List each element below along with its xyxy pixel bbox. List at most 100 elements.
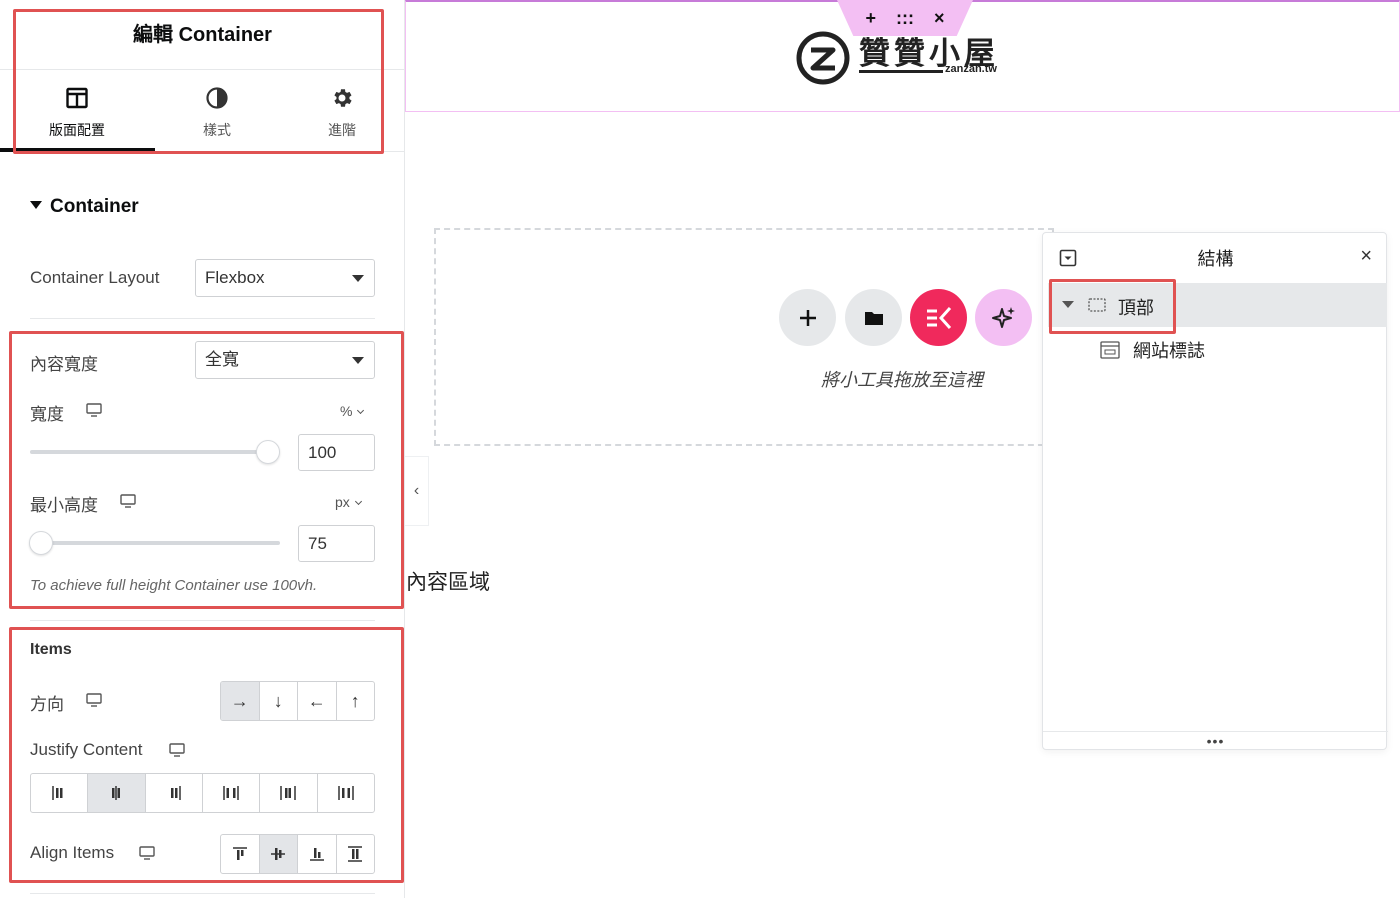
ai-assistant-button[interactable] (975, 289, 1032, 346)
items-heading: Items (30, 641, 72, 658)
justify-content-label: Justify Content (30, 740, 143, 759)
active-tab-indicator (0, 148, 155, 152)
width-unit: % (340, 403, 353, 419)
width-slider-track[interactable] (30, 450, 280, 454)
add-container-button[interactable]: + (865, 8, 876, 29)
direction-column-button[interactable]: ↓ (260, 682, 298, 720)
site-logo[interactable]: 贊贊小屋 zanzan.tw (795, 28, 1010, 86)
direction-column-reverse-button[interactable]: ↑ (337, 682, 375, 720)
tab-style[interactable]: 樣式 (162, 70, 272, 152)
collapse-panel-button[interactable]: ‹ (405, 456, 429, 526)
divider (30, 620, 375, 621)
justify-space-around-button[interactable] (260, 774, 318, 812)
justify-end-button[interactable] (146, 774, 203, 812)
container-layout-select[interactable]: Flexbox (195, 259, 375, 297)
justify-start-button[interactable] (31, 774, 89, 812)
logo-underline (859, 70, 943, 73)
tab-advanced[interactable]: 進階 (287, 70, 397, 152)
layout-icon (66, 87, 88, 109)
site-logo-widget-icon (1100, 341, 1120, 359)
direction-row-button[interactable]: → (221, 682, 260, 720)
logo-domain-text: zanzan.tw (945, 63, 997, 75)
more-options-icon[interactable]: ••• (1043, 733, 1388, 749)
tree-item-header[interactable]: 頂部 (1048, 283, 1387, 327)
width-slider-handle[interactable] (256, 440, 280, 464)
add-element-button[interactable] (779, 289, 836, 346)
justify-content-button-group (30, 773, 375, 813)
align-start-button[interactable] (221, 835, 260, 873)
align-end-button[interactable] (298, 835, 337, 873)
folder-icon (864, 311, 883, 325)
min-height-label: 最小高度 (30, 496, 98, 515)
align-items-button-group (220, 834, 375, 874)
min-height-slider-track[interactable] (30, 541, 280, 545)
content-width-value: 全寬 (205, 350, 239, 369)
justify-space-between-button[interactable] (203, 774, 261, 812)
justify-space-around-icon (280, 786, 297, 800)
sparkle-icon (991, 306, 1015, 328)
width-unit-select[interactable]: % (340, 403, 365, 419)
structure-panel: 結構 × 頂部 網站標誌 ••• (1042, 232, 1388, 750)
panel-tabs: 版面配置 樣式 進階 (0, 70, 404, 152)
min-height-input[interactable]: 75 (298, 525, 375, 562)
width-label: 寬度 (30, 405, 64, 424)
justify-center-icon (112, 786, 121, 800)
tab-layout-label: 版面配置 (49, 122, 105, 138)
dropdown-arrow-icon (352, 275, 364, 282)
tab-layout[interactable]: 版面配置 (22, 70, 132, 152)
min-height-unit: px (335, 494, 350, 510)
chevron-down-icon (354, 497, 362, 506)
caret-down-icon[interactable] (1062, 301, 1074, 308)
direction-label: 方向 (30, 695, 64, 714)
align-center-button[interactable] (259, 835, 298, 873)
tree-item-label: 網站標誌 (1133, 341, 1205, 361)
drop-zone-hint: 將小工具拖放至這裡 (821, 370, 983, 390)
container-layout-label: Container Layout (30, 268, 160, 287)
direction-row-reverse-button[interactable]: ← (298, 682, 337, 720)
desktop-icon[interactable] (120, 493, 136, 509)
close-structure-button[interactable]: × (1360, 245, 1372, 268)
desktop-icon[interactable] (169, 742, 185, 758)
justify-end-icon (170, 786, 181, 800)
align-end-icon (309, 848, 324, 861)
elementor-kit-icon (926, 306, 951, 329)
justify-center-button[interactable] (88, 774, 146, 812)
align-stretch-icon (348, 846, 363, 862)
content-width-label: 內容寬度 (30, 355, 98, 374)
drop-zone[interactable] (434, 228, 1054, 446)
gear-icon (334, 89, 352, 107)
delete-container-button[interactable]: × (934, 8, 945, 29)
divider (1043, 731, 1388, 732)
container-layout-value: Flexbox (205, 268, 265, 287)
panel-title: 編輯 Container (0, 0, 404, 70)
drag-handle-icon[interactable]: ::: (896, 8, 914, 29)
align-start-icon (232, 847, 247, 860)
content-width-select[interactable]: 全寬 (195, 341, 375, 379)
tab-advanced-label: 進階 (328, 122, 356, 138)
min-height-slider-handle[interactable] (29, 531, 53, 555)
content-area-text: 內容區域 (406, 571, 490, 594)
section-toggle-container[interactable]: Container (30, 196, 139, 218)
logo-mark-icon (796, 31, 850, 85)
elementor-kit-button[interactable] (910, 289, 967, 346)
justify-start-icon (52, 786, 63, 800)
align-items-label: Align Items (30, 843, 115, 862)
tree-item-label: 頂部 (1118, 298, 1154, 318)
desktop-icon[interactable] (86, 692, 102, 708)
align-stretch-button[interactable] (337, 835, 375, 873)
justify-space-evenly-button[interactable] (318, 774, 374, 812)
plus-icon (799, 309, 816, 326)
container-icon (1088, 298, 1106, 312)
align-center-icon (271, 848, 286, 860)
min-height-unit-select[interactable]: px (335, 494, 362, 510)
desktop-icon[interactable] (139, 845, 155, 861)
caret-down-icon (30, 201, 42, 209)
direction-button-group: → ↓ ← ↑ (220, 681, 375, 721)
editor-panel: 編輯 Container 版面配置 樣式 進階 Container Contai… (0, 0, 405, 898)
template-library-button[interactable] (845, 289, 902, 346)
chevron-down-icon (357, 406, 365, 415)
tab-style-label: 樣式 (203, 122, 231, 138)
width-input[interactable]: 100 (298, 434, 375, 471)
desktop-icon[interactable] (86, 402, 102, 418)
half-circle-icon (206, 87, 228, 109)
